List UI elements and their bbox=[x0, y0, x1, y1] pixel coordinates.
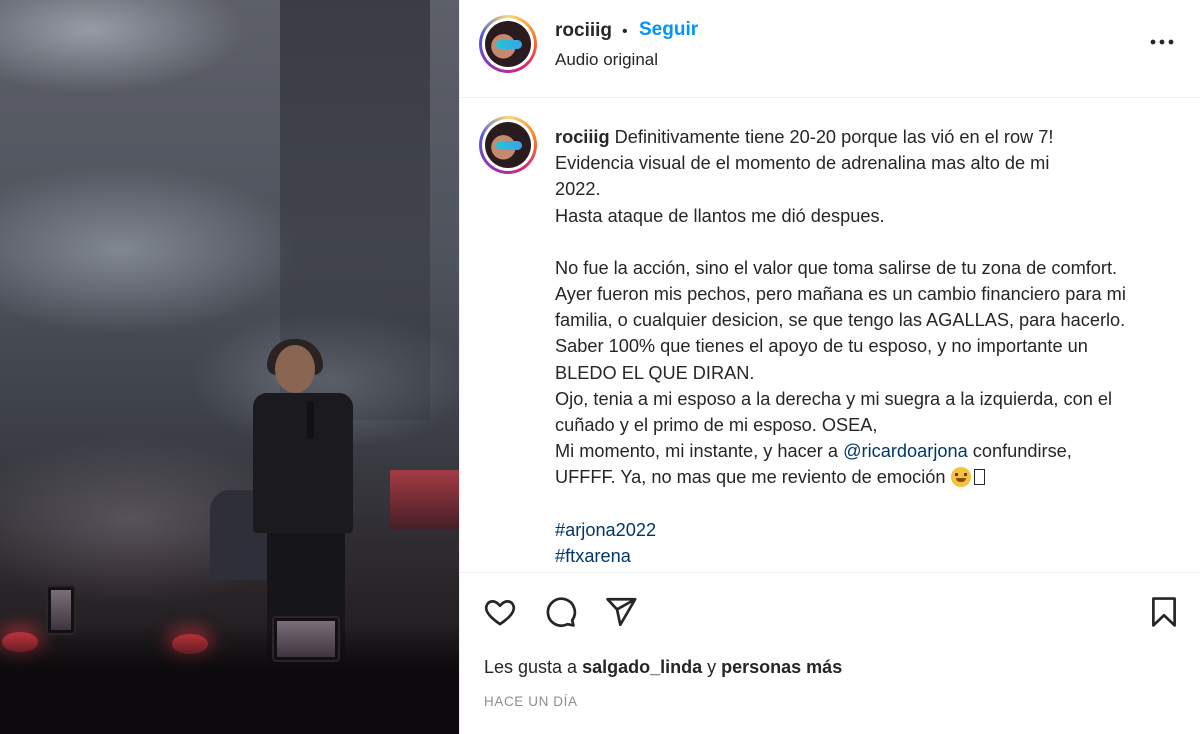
author-username[interactable]: rociiig bbox=[555, 20, 612, 42]
caption-line: 2022. bbox=[555, 179, 601, 200]
post-media[interactable] bbox=[0, 0, 459, 734]
caption-text: Mi momento, mi instante, y hacer a bbox=[555, 441, 844, 462]
author-avatar[interactable] bbox=[479, 15, 537, 73]
share-icon[interactable] bbox=[604, 595, 638, 629]
hashtag-link[interactable]: #arjona2022 bbox=[555, 517, 1170, 543]
header-divider bbox=[459, 97, 1200, 98]
more-options-icon[interactable] bbox=[1148, 28, 1176, 56]
grinning-emoji-icon bbox=[950, 467, 971, 488]
crowd-silhouette bbox=[0, 624, 459, 734]
audio-label[interactable]: Audio original bbox=[555, 50, 658, 70]
likes-middle: y bbox=[702, 657, 722, 677]
caption-line: Hasta ataque de llantos me dió despues. bbox=[555, 205, 885, 226]
caption-line: Definitivamente tiene 20-20 porque las v… bbox=[614, 127, 1054, 147]
comment-icon[interactable] bbox=[543, 595, 577, 629]
caption-paragraph: Ojo, tenia a mi esposo a la derecha y mi… bbox=[555, 388, 1113, 436]
bookmark-icon[interactable] bbox=[1147, 595, 1181, 629]
audience-phone bbox=[46, 585, 76, 635]
likes-summary: Les gusta a salgado_linda y personas más bbox=[484, 657, 842, 678]
liker-username[interactable]: salgado_linda bbox=[582, 657, 702, 677]
missing-glyph-icon bbox=[973, 469, 985, 486]
caption-avatar[interactable] bbox=[479, 116, 537, 174]
hashtag-link[interactable]: #ftxarena bbox=[555, 543, 1170, 566]
follow-button[interactable]: Seguir bbox=[639, 19, 698, 41]
separator-dot: • bbox=[622, 23, 628, 40]
caption-scroll-area[interactable]: rociiig Definitivamente tiene 20-20 porq… bbox=[555, 124, 1170, 566]
caption-text: confundirse, bbox=[967, 441, 1072, 462]
caption-username[interactable]: rociiig bbox=[555, 127, 610, 147]
caption-body: rociiig Definitivamente tiene 20-20 porq… bbox=[555, 124, 1170, 566]
caption-paragraph: No fue la acción, sino el valor que toma… bbox=[555, 257, 1126, 383]
likes-others-link[interactable]: personas más bbox=[721, 657, 842, 677]
mention-link[interactable]: @ricardoarjona bbox=[843, 441, 968, 461]
heart-icon[interactable] bbox=[483, 595, 517, 629]
stage-candles bbox=[390, 470, 459, 530]
caption-text: UFFFF. Ya, no mas que me reviento de emo… bbox=[555, 467, 951, 488]
audience-phone bbox=[272, 616, 340, 662]
likes-prefix: Les gusta a bbox=[484, 657, 583, 677]
post-timestamp[interactable]: HACE UN DÍA bbox=[484, 694, 578, 709]
caption-line: Evidencia visual de el momento de adrena… bbox=[555, 153, 1050, 174]
